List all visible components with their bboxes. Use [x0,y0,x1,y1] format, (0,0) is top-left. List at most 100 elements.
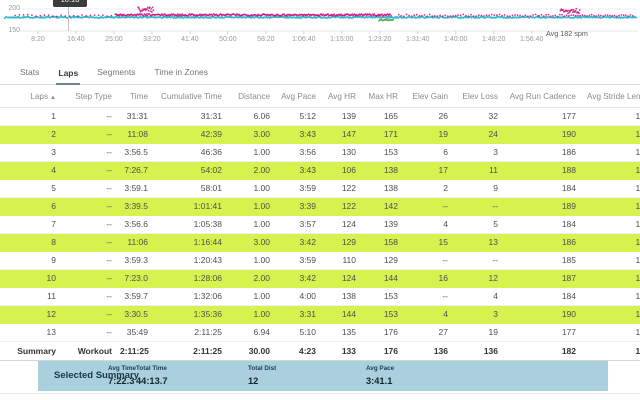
lap-cell: -- [64,107,120,126]
lap-row-2[interactable]: 2--11:0842:393.003:4314717119241901.42 [0,125,640,144]
summary-cell: 2:11:25 [120,341,156,361]
sort-asc-icon: ▲ [50,95,56,101]
lap-cell: 153 [364,143,406,162]
lap-cell: 27 [406,323,456,342]
lap-cell: 124 [324,269,364,288]
lap-cell: -- [64,215,120,234]
lap-cell: 6.94 [230,323,278,342]
metric-label: Total Dist [248,365,277,372]
lap-row-13[interactable]: 13--35:492:11:256.945:1013517627191771.0… [0,323,640,342]
x-axis-tick-label: 16:40 [67,36,85,43]
lap-row-8[interactable]: 8--11:061:16:443.003:4212915815131861.45 [0,233,640,252]
summary-cell: 1.25 [584,341,640,361]
lap-cell: 1.50 [584,305,640,324]
column-header-elev-gain[interactable]: Elev Gain [406,85,456,108]
lap-row-5[interactable]: 5--3:59.158:011.003:59122138291841.37 [0,179,640,198]
x-axis-tick-label: 8:20 [31,36,45,43]
lap-cell: 6 [0,197,64,216]
cadence-scatter-svg[interactable]: 8:20 16:40 25:00 33:20 41:40 50:00 58:20 1:06:4… [0,0,640,48]
lap-row-9[interactable]: 9--3:59.31:20:431.003:59110129----1851.3… [0,251,640,270]
lap-row-6[interactable]: 6--3:39.51:01:411.003:39122142----1891.4… [0,197,640,216]
lap-cell: 1.37 [584,179,640,198]
activity-laps-page: 8:20 16:40 25:00 33:20 41:40 50:00 58:20 1:06:4… [0,0,640,400]
lap-cell: 1.00 [230,197,278,216]
column-header-max-hr[interactable]: Max HR [364,85,406,108]
lap-cell: 1.43 [584,197,640,216]
lap-cell: 190 [506,305,584,324]
lap-cell: 1 [0,107,64,126]
lap-row-10[interactable]: 10--7:23.01:28:062.003:4212414416121871.… [0,269,640,288]
lap-cell: 5 [456,215,506,234]
lap-cell: 1.38 [584,251,640,270]
column-header-time[interactable]: Time [120,85,156,108]
lap-cell: 188 [506,161,584,180]
lap-cell: 171 [364,125,406,144]
column-header-step-type[interactable]: Step Type [64,85,120,108]
lap-cell: 3:39 [278,197,324,216]
lap-cell: 58:01 [156,179,230,198]
lap-cell: 144 [364,269,406,288]
column-header-avg-pace[interactable]: Avg Pace [278,85,324,108]
column-header-avg-stride-length[interactable]: Avg Stride Length [584,85,640,108]
lap-cell: 15 [406,233,456,252]
lap-cell: 3:59.3 [120,251,156,270]
metric-value: 12 [248,376,259,386]
lap-row-12[interactable]: 12--3:30.51:35:361.003:31144153431901.50 [0,305,640,324]
tab-laps[interactable]: Laps [56,68,81,85]
lap-cell: 11 [456,161,506,180]
x-axis-tick-label: 41:40 [181,36,199,43]
lap-cell: 5 [0,179,64,198]
lap-row-3[interactable]: 3--3:56.546:361.003:56130153631861.38 [0,143,640,162]
summary-cell: 136 [406,341,456,361]
lap-cell: 1.38 [584,287,640,306]
column-header-distance[interactable]: Distance [230,85,278,108]
lap-cell: 142 [364,197,406,216]
x-axis-tick-label: 1:48:20 [482,36,505,43]
lap-cell: 31:31 [156,107,230,126]
lap-cell: 139 [324,107,364,126]
lap-cell: 153 [364,305,406,324]
lap-cell: -- [64,143,120,162]
tab-stats[interactable]: Stats [18,67,41,84]
lap-cell: 1.00 [230,287,278,306]
lap-cell: 3:57 [278,215,324,234]
lap-cell: 2 [406,179,456,198]
tab-segments[interactable]: Segments [95,67,137,84]
column-header-laps[interactable]: Laps ▲ [0,85,64,108]
lap-cell: 19 [456,323,506,342]
lap-cell: 190 [506,125,584,144]
avg-cadence-annotation: Avg 182 spm [546,29,588,38]
lap-cell: 3:56.6 [120,215,156,234]
page-bottom-divider [0,393,640,394]
lap-cell: 129 [364,251,406,270]
lap-cell: 11 [0,287,64,306]
metric-total-dist: Total Dist 12 [248,365,276,388]
lap-row-11[interactable]: 11--3:59.71:32:061.004:00138153--41841.3… [0,287,640,306]
lap-cell: 46:36 [156,143,230,162]
lap-row-4[interactable]: 4--7:26.754:022.003:4310613817111881.43 [0,161,640,180]
x-axis-tick-label: 1:15:00 [330,36,353,43]
lap-cell: -- [64,179,120,198]
column-header-elev-loss[interactable]: Elev Loss [456,85,506,108]
lap-cell: 4 [406,305,456,324]
lap-cell: 129 [324,233,364,252]
lap-cell: 3:42 [278,269,324,288]
lap-cell: 3:42 [278,233,324,252]
summary-cell: 182 [506,341,584,361]
lap-cell: 3:43 [278,125,324,144]
lap-cell: 122 [324,179,364,198]
column-header-cumulative-time[interactable]: Cumulative Time [156,85,230,108]
run-cadence-chart[interactable]: 8:20 16:40 25:00 33:20 41:40 50:00 58:20 1:06:4… [0,0,640,48]
laps-table: Laps ▲ Step Type Time Cumulative Time Distanc… [0,85,640,361]
lap-cell: 6.06 [230,107,278,126]
column-header-avg-run-cadence[interactable]: Avg Run Cadence [506,85,584,108]
tab-time-in-zones[interactable]: Time in Zones [153,67,211,84]
lap-cell: 9 [456,179,506,198]
lap-row-1[interactable]: 1--31:3131:316.065:1213916526321771.09 [0,107,640,126]
lap-cell: -- [406,287,456,306]
lap-cell: 187 [506,269,584,288]
lap-row-7[interactable]: 7--3:56.61:05:381.003:57124139451841.38 [0,215,640,234]
column-header-avg-hr[interactable]: Avg HR [324,85,364,108]
lap-cell: -- [64,323,120,342]
lap-cell: 1.00 [230,179,278,198]
